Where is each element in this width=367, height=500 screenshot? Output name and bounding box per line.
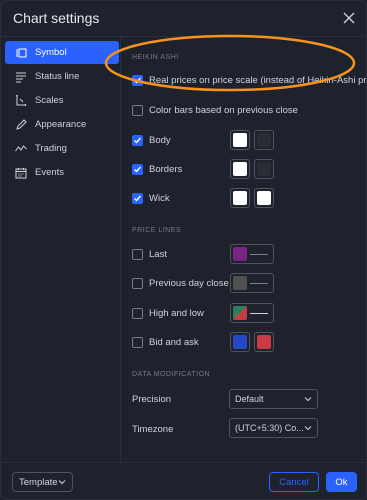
swatch-fill [233,133,247,147]
timezone-value: (UTC+5:30) Co... [235,423,304,433]
precision-select[interactable]: Default [229,389,318,409]
color-bars-row[interactable]: Color bars based on previous close [132,102,298,118]
sidebar-item-symbol[interactable]: Symbol [5,41,119,64]
wick-down-color-swatch[interactable] [254,188,274,208]
line-preview [250,282,268,284]
borders-up-color-swatch[interactable] [230,159,250,179]
last-checkbox[interactable] [132,248,143,260]
ok-button[interactable]: Ok [326,472,357,492]
scales-icon [15,94,27,107]
sidebar-item-trading[interactable]: Trading [5,137,119,160]
swatch-fill [257,191,271,205]
high-low-line-style-swatch[interactable] [230,303,274,323]
bid-ask-checkbox[interactable] [132,336,143,348]
swatch-fill [257,162,271,176]
swatch-fill [233,335,247,349]
wick-checkbox[interactable] [132,192,143,204]
sidebar-item-label: Events [35,167,65,178]
line-preview [250,312,268,314]
sidebar-item-label: Trading [35,143,67,154]
borders-checkbox[interactable] [132,163,143,175]
sidebar-item-label: Symbol [35,47,67,58]
sidebar-item-status-line[interactable]: Status line [5,65,119,88]
color-bars-checkbox[interactable] [132,104,143,116]
swatch-fill [233,306,247,320]
high-low-row[interactable]: High and low [132,305,204,321]
real-prices-label: Real prices on price scale (instead of H… [149,74,367,86]
close-icon[interactable] [342,11,356,25]
ask-color-swatch[interactable] [254,332,274,352]
settings-sidebar: Symbol Status line Scales Appearance Tra… [1,37,121,462]
body-label: Body [149,134,171,146]
timezone-select[interactable]: (UTC+5:30) Co... [229,418,318,438]
real-prices-checkbox[interactable] [132,74,143,86]
template-label: Template [19,476,58,488]
prev-close-checkbox[interactable] [132,277,143,289]
last-row[interactable]: Last [132,246,167,262]
body-checkbox[interactable] [132,134,143,146]
real-prices-row[interactable]: Real prices on price scale (instead of H… [132,72,367,88]
chevron-down-icon [304,426,312,431]
dialog-footer: Template Cancel Ok [1,462,366,499]
sidebar-item-scales[interactable]: Scales [5,89,119,112]
sidebar-item-events[interactable]: Events [5,161,119,184]
sidebar-item-label: Status line [35,71,80,82]
section-title-price-lines: PRICE LINES [132,227,182,234]
high-low-checkbox[interactable] [132,307,143,319]
borders-down-color-swatch[interactable] [254,159,274,179]
bid-color-swatch[interactable] [230,332,250,352]
sidebar-item-appearance[interactable]: Appearance [5,113,119,136]
bid-ask-row[interactable]: Bid and ask [132,334,199,350]
symbol-icon [15,47,27,59]
cancel-label: Cancel [279,476,309,488]
calendar-icon [15,167,27,179]
timezone-label: Timezone [132,424,174,435]
sidebar-item-label: Appearance [35,119,87,130]
body-row[interactable]: Body [132,132,171,148]
cancel-button[interactable]: Cancel [269,472,319,492]
chevron-down-icon [304,397,312,402]
section-title-data-modification: DATA MODIFICATION [132,371,211,378]
precision-label: Precision [132,394,172,405]
wick-row[interactable]: Wick [132,190,170,206]
prev-close-label: Previous day close [149,277,229,289]
prev-close-row[interactable]: Previous day close [132,275,229,291]
last-line-style-swatch[interactable] [230,244,274,264]
dialog-header: Chart settings [1,1,366,37]
line-preview [250,253,268,255]
swatch-fill [257,335,271,349]
template-dropdown[interactable]: Template [12,472,73,492]
settings-main-panel: HEIKIN ASHI Real prices on price scale (… [122,37,367,462]
body-down-color-swatch[interactable] [254,130,274,150]
chart-settings-dialog: Chart settings Symbol Status line Scales [0,0,367,500]
swatch-fill [233,276,247,290]
swatch-fill [233,247,247,261]
prev-close-line-style-swatch[interactable] [230,273,274,293]
high-low-label: High and low [149,307,204,319]
precision-value: Default [235,394,264,404]
wick-up-color-swatch[interactable] [230,188,250,208]
swatch-fill [233,162,247,176]
status-line-icon [15,71,27,83]
bid-ask-label: Bid and ask [149,336,199,348]
last-label: Last [149,248,167,260]
section-title-heikin-ashi: HEIKIN ASHI [132,54,179,61]
sidebar-item-label: Scales [35,95,64,106]
dialog-title: Chart settings [13,10,100,26]
swatch-fill [233,191,247,205]
borders-row[interactable]: Borders [132,161,182,177]
chevron-down-icon [58,480,66,485]
swatch-fill [257,133,271,147]
trading-icon [15,143,27,155]
pencil-icon [15,118,27,131]
wick-label: Wick [149,192,170,204]
ok-label: Ok [335,476,348,488]
borders-label: Borders [149,163,183,175]
color-bars-label: Color bars based on previous close [149,104,298,116]
body-up-color-swatch[interactable] [230,130,250,150]
